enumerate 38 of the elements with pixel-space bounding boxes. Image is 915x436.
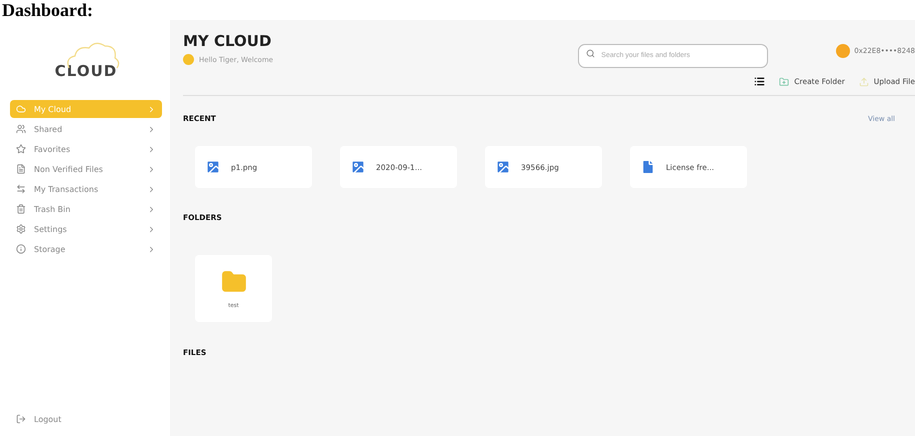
search-icon [586, 49, 596, 58]
document-icon [640, 159, 656, 175]
nav-item[interactable]: Non Verified Files [10, 160, 162, 178]
chevron-icon [147, 124, 156, 134]
document-icon [16, 164, 26, 174]
chevron-icon [147, 224, 156, 234]
list-view-icon[interactable] [754, 76, 766, 87]
logo: CLOUD [54, 40, 118, 80]
nav-item[interactable]: Favorites [10, 140, 162, 158]
avatar-icon [836, 44, 850, 58]
folder-icon [220, 268, 246, 294]
chevron-icon [147, 104, 156, 114]
nav-item[interactable]: My Transactions [10, 180, 162, 198]
chevron-icon [147, 184, 156, 194]
nav-item[interactable]: Shared [10, 120, 162, 138]
settings-icon [16, 224, 26, 234]
image-file-icon [350, 159, 366, 175]
arrows-icon [16, 184, 26, 194]
chevron-icon [147, 164, 156, 174]
star-icon [16, 144, 26, 154]
trash-icon [16, 204, 26, 214]
people-icon [16, 124, 26, 134]
chevron-icon [147, 204, 156, 214]
logout-icon [16, 414, 26, 424]
page-heading: Dashboard: [1, 0, 94, 20]
upload-icon [858, 76, 869, 86]
page-title: MY CLOUD [183, 32, 272, 50]
chevron-icon [147, 244, 156, 254]
nav-item[interactable]: Storage [10, 240, 162, 258]
info-icon [16, 244, 26, 254]
chevron-icon [147, 144, 156, 154]
image-file-icon [205, 159, 221, 175]
image-file-icon [495, 159, 511, 175]
nav-item[interactable]: Settings [10, 220, 162, 238]
logout-link[interactable]: Logout [10, 410, 162, 428]
cloud-icon [16, 104, 26, 114]
nav-item[interactable]: Trash Bin [10, 200, 162, 218]
folder-plus-icon [779, 76, 790, 86]
